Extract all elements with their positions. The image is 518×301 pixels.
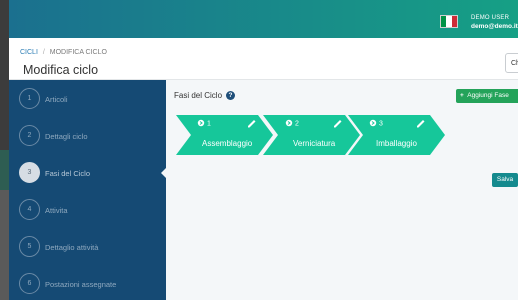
step-postazioni-assegnate[interactable]: 6 Postazioni assegnate [9, 265, 166, 301]
step-label: Postazioni assegnate [45, 280, 117, 289]
plus-icon: + [460, 92, 464, 99]
phase-index: 3 [379, 121, 383, 128]
breadcrumb-separator: / [42, 49, 45, 56]
arrow-right-circle-icon [197, 119, 205, 127]
step-dettaglio-attivita[interactable]: 5 Dettaglio attività [9, 228, 166, 264]
left-edge-strip [0, 0, 9, 300]
user-email: demo@demo.it [471, 23, 518, 30]
add-phase-button[interactable]: + Aggiungi Fase [456, 89, 518, 103]
step-attivita[interactable]: 4 Attivita [9, 191, 166, 227]
phase-card[interactable]: 2 Verniciatura [263, 115, 360, 155]
step-number-circle: 4 [19, 199, 40, 220]
phase-name: Verniciatura [293, 139, 336, 148]
step-number-circle: 2 [19, 125, 40, 146]
arrow-right-circle-icon [369, 119, 377, 127]
active-step-pointer [161, 168, 166, 178]
step-label: Fasi del Ciclo [45, 169, 91, 178]
phase-card[interactable]: 3 Imballaggio [348, 115, 445, 155]
phase-name: Assemblaggio [202, 139, 253, 148]
user-menu[interactable]: DEMO USER demo@demo.it [471, 14, 518, 31]
page-header: CICLI / MODIFICA CICLO Modifica ciclo Ch… [9, 38, 518, 80]
step-number-circle: 3 [19, 162, 40, 183]
phase-index: 2 [295, 121, 299, 128]
breadcrumb-current: MODIFICA CICLO [49, 49, 107, 56]
page-title: Modifica ciclo [23, 63, 99, 77]
step-label: Articoli [45, 95, 68, 104]
step-dettagli-ciclo[interactable]: 2 Dettagli ciclo [9, 117, 166, 153]
add-phase-label: Aggiungi Fase [467, 92, 509, 99]
phase-index: 1 [207, 121, 211, 128]
arrow-right-circle-icon [285, 119, 293, 127]
main-content: Fasi del Ciclo ? + Aggiungi Fase 1 Assem… [166, 80, 518, 300]
phase-name: Imballaggio [376, 139, 417, 148]
step-number-circle: 5 [19, 236, 40, 257]
wizard-steps-sidebar: 1 Articoli 2 Dettagli ciclo 3 Fasi del C… [9, 80, 166, 300]
step-articoli[interactable]: 1 Articoli [9, 80, 166, 116]
flag-stripe-red [451, 16, 457, 27]
section-title: Fasi del Ciclo ? [174, 91, 236, 100]
italian-flag-icon[interactable] [440, 15, 458, 28]
breadcrumb-cicli-link[interactable]: CICLI [20, 49, 38, 56]
step-fasi-del-ciclo[interactable]: 3 Fasi del Ciclo [9, 154, 166, 190]
phase-card[interactable]: 1 Assemblaggio [176, 115, 273, 155]
close-button[interactable]: Chiud [505, 53, 518, 73]
step-number-circle: 1 [19, 88, 40, 109]
phase-flow: 1 Assemblaggio 2 Verniciatura 3 Imballag… [176, 115, 445, 155]
step-label: Attivita [45, 206, 68, 215]
step-label: Dettagli ciclo [45, 132, 88, 141]
save-button[interactable]: Salva [492, 173, 518, 187]
step-number-circle: 6 [19, 273, 40, 294]
section-title-text: Fasi del Ciclo [174, 91, 223, 100]
step-label: Dettaglio attività [45, 243, 99, 252]
user-role: DEMO USER [471, 15, 510, 21]
breadcrumb: CICLI / MODIFICA CICLO [20, 49, 107, 56]
question-circle-icon[interactable]: ? [226, 91, 236, 100]
